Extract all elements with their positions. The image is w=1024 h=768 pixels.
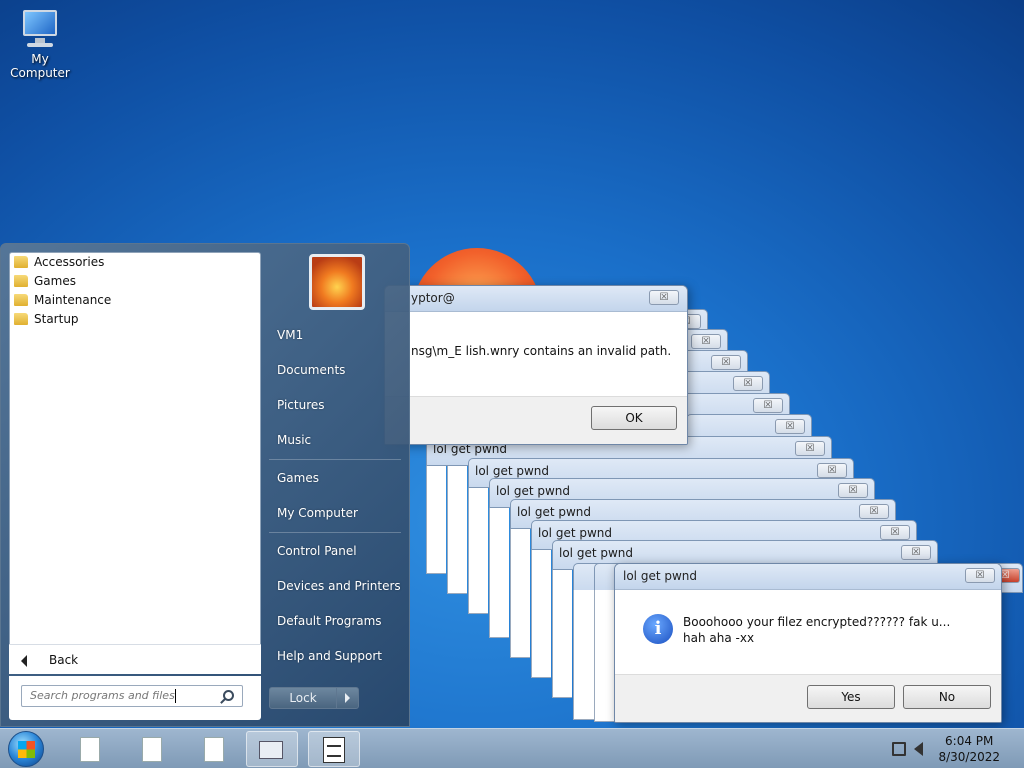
folder-label: Startup <box>34 312 79 326</box>
windows-logo-icon <box>18 741 35 758</box>
folder-icon <box>14 294 28 306</box>
clock[interactable]: 6:04 PM 8/30/2022 <box>938 733 1000 765</box>
separator <box>269 459 401 460</box>
close-icon[interactable]: ☒ <box>859 504 889 519</box>
taskbar-item-file[interactable] <box>62 731 114 767</box>
taskbar-item-app[interactable] <box>308 731 360 767</box>
app-window-icon <box>323 737 345 763</box>
shutdown-options-arrow-icon[interactable] <box>336 688 358 708</box>
info-icon: i <box>643 614 673 644</box>
volume-icon[interactable] <box>914 742 923 756</box>
back-button[interactable]: Back <box>9 644 261 674</box>
search-area: Search programs and files <box>9 676 261 720</box>
close-icon[interactable]: ☒ <box>733 376 763 391</box>
back-label: Back <box>49 653 79 667</box>
all-programs-list: Accessories Games Maintenance Startup <box>9 252 261 662</box>
desktop-icon-label: My Computer <box>10 52 70 80</box>
start-item-default-programs[interactable]: Default Programs <box>277 614 382 628</box>
clock-date: 8/30/2022 <box>938 750 1000 764</box>
search-placeholder: Search programs and files <box>30 689 175 702</box>
close-icon[interactable]: ☒ <box>795 441 825 456</box>
error-dialog-title: yptor@ <box>411 291 455 305</box>
close-icon[interactable]: ☒ <box>901 545 931 560</box>
taskbar: 6:04 PM 8/30/2022 <box>0 728 1024 768</box>
start-item-pictures[interactable]: Pictures <box>277 398 325 412</box>
close-icon[interactable]: ☒ <box>753 398 783 413</box>
close-icon[interactable]: ☒ <box>838 483 868 498</box>
system-tray: 6:04 PM 8/30/2022 <box>884 729 1024 768</box>
stack-window-body <box>594 590 615 722</box>
document-icon <box>204 737 224 762</box>
start-item-user[interactable]: VM1 <box>277 328 303 342</box>
stack-window-body <box>531 540 551 678</box>
stack-window-title: lol get pwnd <box>496 484 570 498</box>
ransom-dialog: lol get pwnd ☒ i Booohooo your filez enc… <box>614 563 1002 723</box>
computer-icon <box>17 8 63 48</box>
no-button[interactable]: No <box>903 685 991 709</box>
stack-window-body <box>447 460 467 594</box>
start-button[interactable] <box>8 731 44 767</box>
folder-label: Accessories <box>34 255 105 269</box>
folder-icon <box>14 275 28 287</box>
lock-label: Lock <box>289 691 317 705</box>
ransom-message: Booohooo your filez encrypted?????? fak … <box>683 615 951 645</box>
my-computer-desktop-icon[interactable]: My Computer <box>2 8 78 80</box>
stack-window-title: lol get pwnd <box>559 546 633 560</box>
user-avatar[interactable] <box>309 254 365 310</box>
taskbar-item-explorer[interactable] <box>246 731 298 767</box>
stack-window-body <box>489 500 509 638</box>
stack-window-body <box>573 590 594 720</box>
start-item-games[interactable]: Games <box>277 471 319 485</box>
close-icon[interactable]: ☒ <box>691 334 721 349</box>
text-cursor-icon <box>175 689 181 703</box>
document-icon <box>80 737 100 762</box>
folder-startup[interactable]: Startup <box>10 310 260 329</box>
error-dialog: yptor@ ☒ nsg\m_E lish.wnry contains an i… <box>384 285 688 445</box>
close-icon[interactable]: ☒ <box>711 355 741 370</box>
ransom-dialog-titlebar[interactable]: lol get pwnd ☒ <box>615 564 1001 590</box>
taskbar-item-file[interactable] <box>124 731 176 767</box>
start-item-help-support[interactable]: Help and Support <box>277 649 382 663</box>
clock-time: 6:04 PM <box>945 734 994 748</box>
stack-window-body <box>468 480 488 614</box>
folder-icon <box>14 256 28 268</box>
stack-window-body <box>552 560 572 698</box>
stack-window-body <box>510 520 530 658</box>
error-message: nsg\m_E lish.wnry contains an invalid pa… <box>411 344 672 358</box>
folder-maintenance[interactable]: Maintenance <box>10 291 260 310</box>
stack-window-title: lol get pwnd <box>538 526 612 540</box>
close-icon[interactable]: ☒ <box>965 568 995 583</box>
start-item-documents[interactable]: Documents <box>277 363 345 377</box>
start-item-music[interactable]: Music <box>277 433 311 447</box>
error-dialog-titlebar[interactable]: yptor@ ☒ <box>385 286 687 312</box>
taskbar-item-file[interactable] <box>186 731 238 767</box>
separator <box>269 532 401 533</box>
folder-accessories[interactable]: Accessories <box>10 253 260 272</box>
folder-icon <box>14 313 28 325</box>
stack-window-title: lol get pwnd <box>517 505 591 519</box>
close-icon[interactable]: ☒ <box>775 419 805 434</box>
close-icon[interactable]: ☒ <box>880 525 910 540</box>
yes-button[interactable]: Yes <box>807 685 895 709</box>
folder-label: Games <box>34 274 76 288</box>
start-menu: Accessories Games Maintenance Startup Ba… <box>0 243 410 727</box>
start-item-devices-printers[interactable]: Devices and Printers <box>277 579 401 593</box>
folder-window-icon <box>259 741 283 759</box>
folder-games[interactable]: Games <box>10 272 260 291</box>
ransom-dialog-title: lol get pwnd <box>623 569 697 583</box>
lock-button[interactable]: Lock <box>269 687 359 709</box>
network-icon[interactable] <box>892 742 906 756</box>
stack-window-title: lol get pwnd <box>475 464 549 478</box>
close-icon[interactable]: ☒ <box>649 290 679 305</box>
search-icon[interactable] <box>223 690 234 701</box>
search-input[interactable]: Search programs and files <box>21 685 243 707</box>
start-item-control-panel[interactable]: Control Panel <box>277 544 357 558</box>
back-arrow-icon <box>21 655 27 667</box>
document-icon <box>142 737 162 762</box>
folder-label: Maintenance <box>34 293 112 307</box>
close-icon[interactable]: ☒ <box>817 463 847 478</box>
start-item-my-computer[interactable]: My Computer <box>277 506 358 520</box>
ok-button[interactable]: OK <box>591 406 677 430</box>
